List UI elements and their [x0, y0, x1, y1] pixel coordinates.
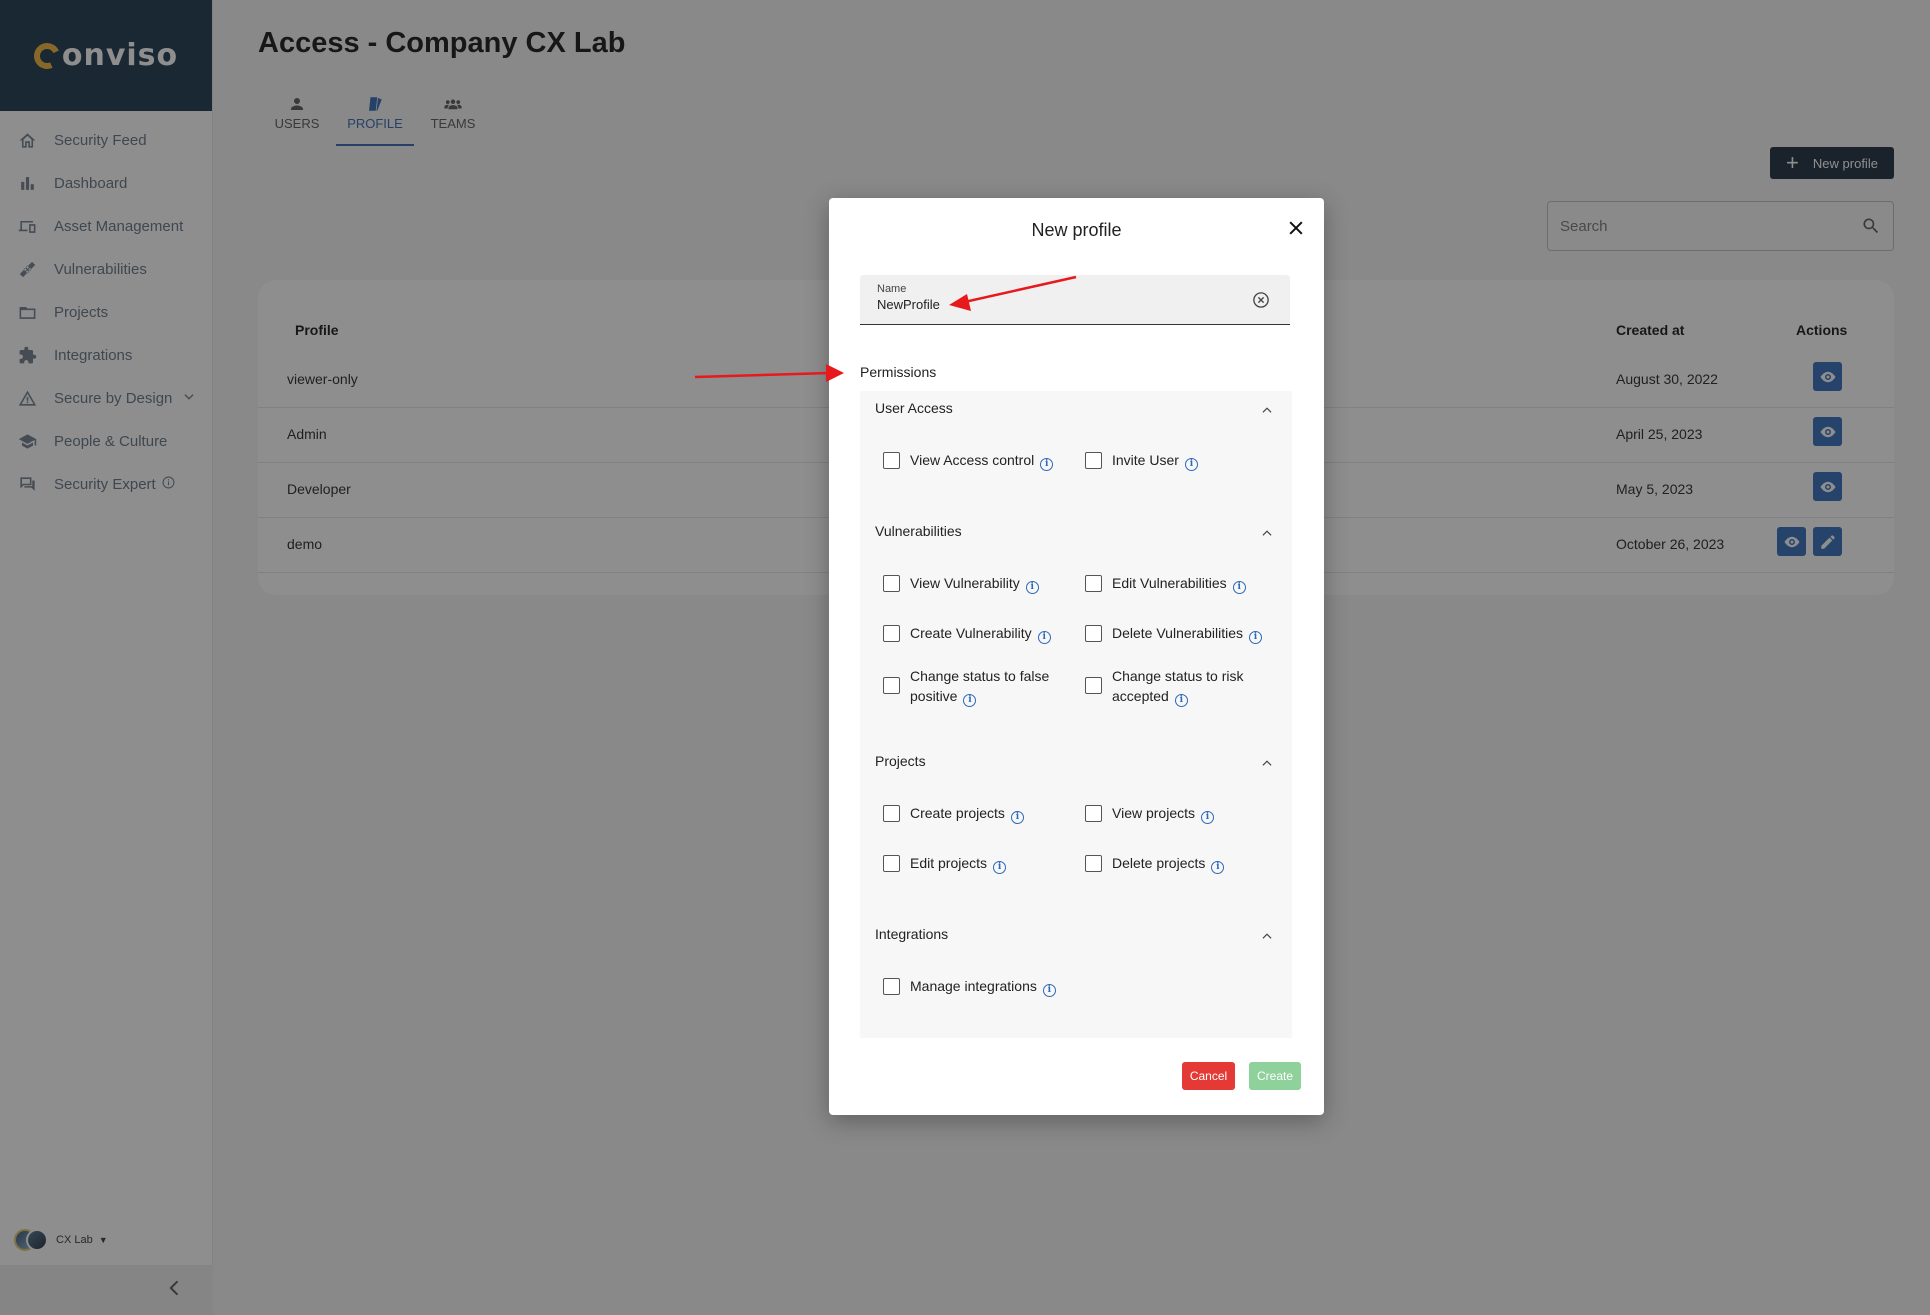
permission-label: Delete Vulnerabilities — [1112, 625, 1243, 641]
cancel-button[interactable]: Cancel — [1182, 1062, 1235, 1090]
info-icon[interactable]: i — [993, 861, 1007, 874]
checkbox-invite-user[interactable]: Invite User i — [1085, 450, 1198, 471]
section-title-user-access: User Access — [875, 400, 953, 416]
checkbox[interactable] — [1085, 805, 1102, 822]
permission-label: Create projects — [910, 805, 1005, 821]
checkbox-manage-integrations[interactable]: Manage integrations i — [883, 976, 1056, 997]
close-icon — [1289, 221, 1303, 235]
close-button[interactable] — [1286, 218, 1306, 238]
checkbox[interactable] — [1085, 625, 1102, 642]
chevron-up-icon[interactable] — [1260, 929, 1274, 943]
section-title-integrations: Integrations — [875, 926, 949, 942]
dialog-title: New profile — [1031, 220, 1122, 240]
info-icon[interactable]: i — [1184, 458, 1198, 471]
checkbox[interactable] — [1085, 452, 1102, 469]
info-icon[interactable]: i — [1010, 811, 1024, 824]
chevron-up-icon[interactable] — [1260, 526, 1274, 540]
checkbox-risk-accepted[interactable]: Change status to risk accepted i — [1085, 666, 1265, 707]
checkbox-create-projects[interactable]: Create projects i — [883, 803, 1024, 824]
permission-label: Delete projects — [1112, 855, 1206, 871]
clear-circle-icon — [1253, 292, 1269, 308]
name-input[interactable] — [877, 297, 1237, 312]
info-icon[interactable]: i — [1042, 984, 1056, 997]
permission-label: Edit projects — [910, 855, 988, 871]
checkbox[interactable] — [883, 805, 900, 822]
info-icon[interactable]: i — [1025, 581, 1039, 594]
permissions-label: Permissions — [860, 364, 937, 380]
checkbox[interactable] — [1085, 575, 1102, 592]
name-field[interactable]: Name — [860, 275, 1290, 325]
checkbox-view-vulnerability[interactable]: View Vulnerability i — [883, 573, 1039, 594]
checkbox[interactable] — [883, 855, 900, 872]
info-icon[interactable]: i — [1249, 631, 1262, 644]
info-icon[interactable]: i — [1232, 581, 1246, 594]
checkbox[interactable] — [883, 452, 900, 469]
checkbox-view-access-control[interactable]: View Access control i — [883, 450, 1054, 471]
section-title-projects: Projects — [875, 753, 926, 769]
chevron-up-icon[interactable] — [1260, 756, 1274, 770]
checkbox-false-positive[interactable]: Change status to false positive i — [883, 666, 1063, 707]
checkbox[interactable] — [883, 677, 900, 694]
checkbox[interactable] — [883, 575, 900, 592]
checkbox-view-projects[interactable]: View projects i — [1085, 803, 1215, 824]
checkbox[interactable] — [883, 625, 900, 642]
checkbox-create-vulnerability[interactable]: Create Vulnerability i — [883, 623, 1051, 644]
info-icon[interactable]: i — [1040, 458, 1054, 471]
checkbox-edit-projects[interactable]: Edit projects i — [883, 853, 1007, 874]
checkbox[interactable] — [1085, 677, 1102, 694]
permission-label: Change status to false positive — [910, 668, 1050, 704]
create-button[interactable]: Create — [1249, 1062, 1301, 1090]
permission-label: Manage integrations — [910, 978, 1037, 994]
name-field-label: Name — [877, 283, 907, 295]
clear-input-button[interactable] — [1252, 291, 1270, 309]
info-icon[interactable]: i — [1211, 861, 1225, 874]
info-icon[interactable]: i — [963, 694, 977, 707]
permission-label: View projects — [1112, 805, 1196, 821]
info-icon[interactable]: i — [1201, 811, 1215, 824]
info-icon[interactable]: i — [1037, 631, 1051, 644]
checkbox[interactable] — [1085, 855, 1102, 872]
permission-label: View Access control — [910, 452, 1035, 468]
new-profile-dialog: New profile Name Permissions User Access… — [829, 198, 1324, 1115]
permission-label: View Vulnerability — [910, 575, 1020, 591]
permission-label: Create Vulnerability — [910, 625, 1032, 641]
permissions-panel: User Access View Access control i Invite … — [860, 391, 1292, 1038]
permission-label: Edit Vulnerabilities — [1112, 575, 1227, 591]
checkbox-delete-vulnerabilities[interactable]: Delete Vulnerabilities i — [1085, 623, 1262, 644]
info-icon[interactable]: i — [1174, 694, 1188, 707]
section-title-vulnerabilities: Vulnerabilities — [875, 523, 962, 539]
checkbox[interactable] — [883, 978, 900, 995]
checkbox-delete-projects[interactable]: Delete projects i — [1085, 853, 1225, 874]
permission-label: Invite User — [1112, 452, 1179, 468]
checkbox-edit-vulnerabilities[interactable]: Edit Vulnerabilities i — [1085, 573, 1246, 594]
chevron-up-icon[interactable] — [1260, 403, 1274, 417]
